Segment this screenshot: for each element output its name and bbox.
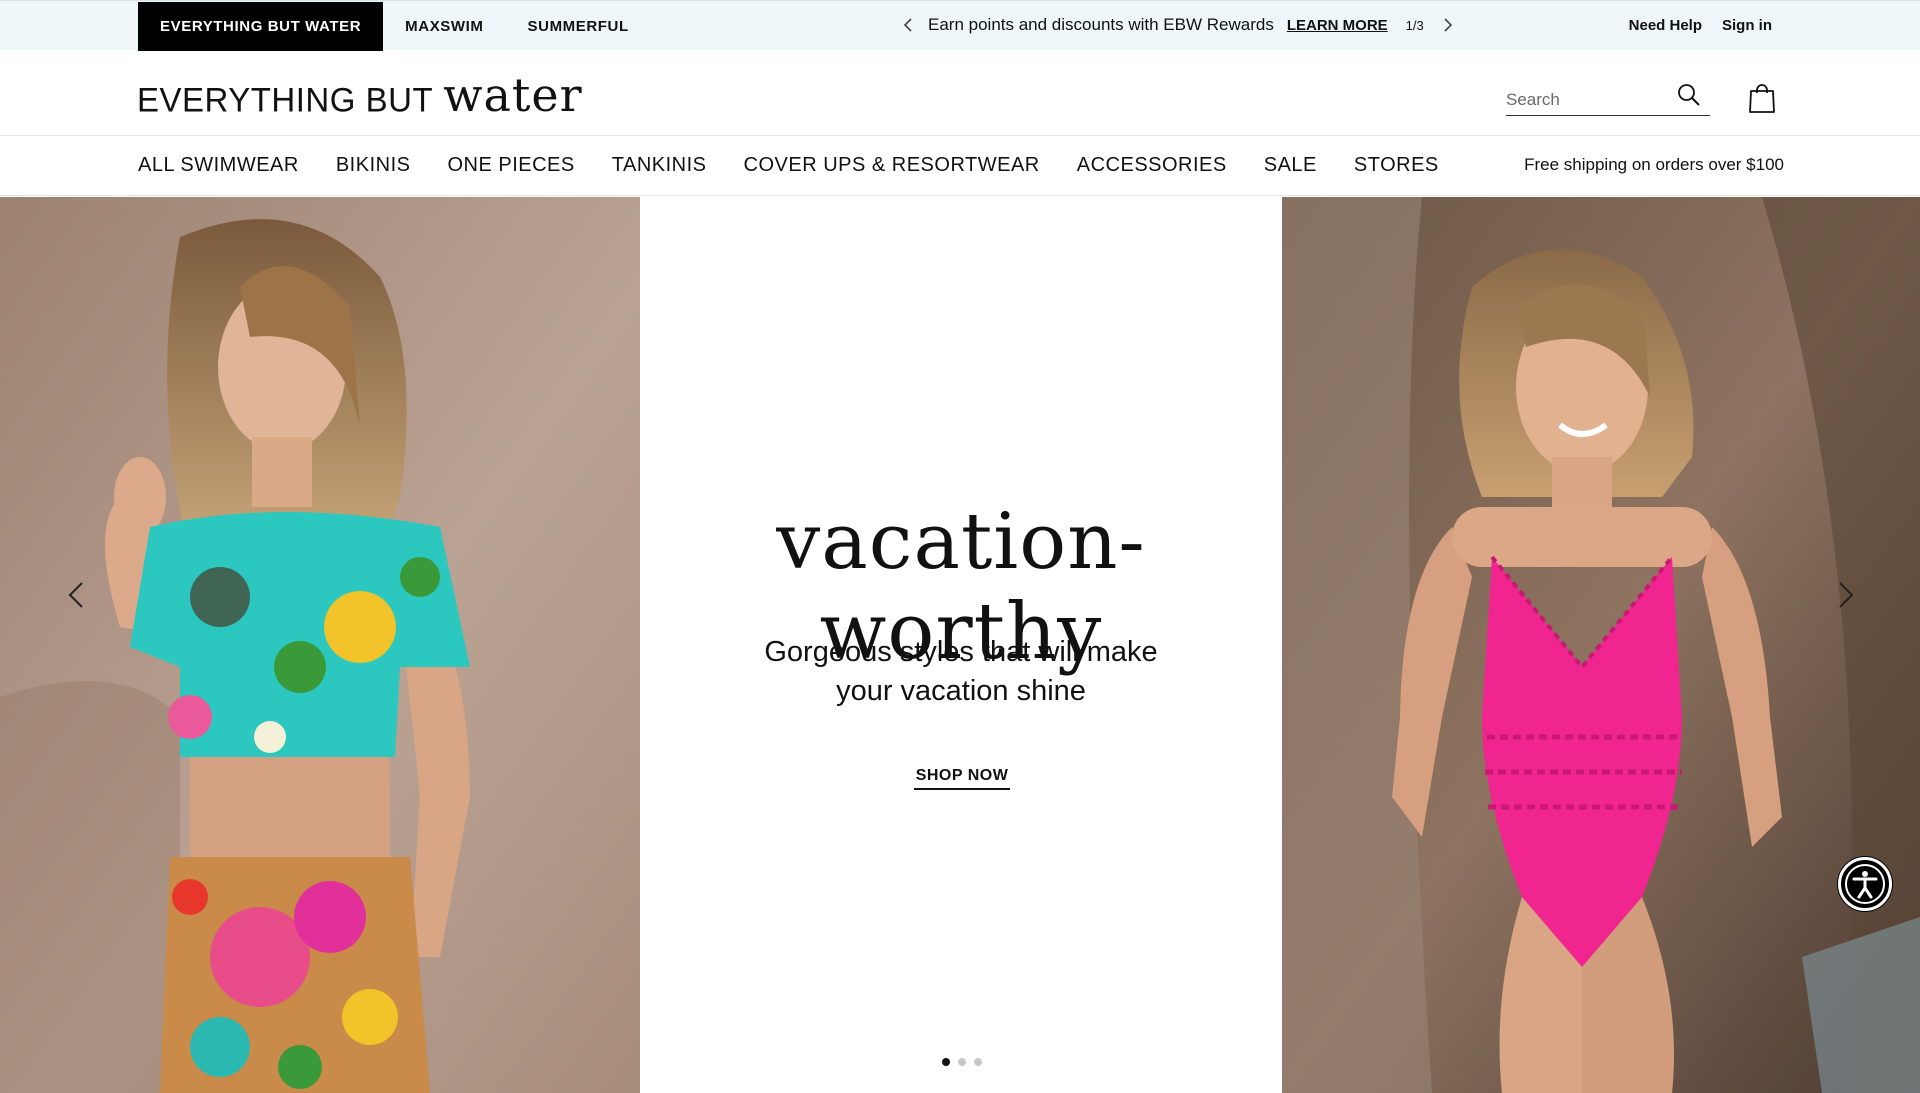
chevron-right-icon[interactable]: [1438, 15, 1458, 35]
chevron-left-icon[interactable]: [898, 15, 918, 35]
hero-carousel: vacation-worthy Gorgeous styles that wil…: [0, 197, 1920, 1093]
site-logo[interactable]: EVERYTHING BUT water: [137, 68, 583, 122]
carousel-dot-3[interactable]: [974, 1058, 982, 1066]
hero-subtitle-line-2: your vacation shine: [836, 675, 1086, 707]
nav-item-accessories[interactable]: ACCESSORIES: [1077, 154, 1227, 177]
hero-subtitle-line-1: Gorgeous styles that will make: [764, 636, 1158, 668]
need-help-link[interactable]: Need Help: [1629, 17, 1702, 34]
utility-bar: EVERYTHING BUT WATER MAXSWIM SUMMERFUL E…: [0, 0, 1920, 51]
hero-prev-chevron-left-icon[interactable]: [62, 575, 92, 615]
hero-content: vacation-worthy Gorgeous styles that wil…: [640, 197, 1282, 1093]
promo-banner: Earn points and discounts with EBW Rewar…: [898, 1, 1458, 49]
hero-image-right[interactable]: [1282, 197, 1920, 1093]
learn-more-link[interactable]: LEARN MORE: [1287, 17, 1388, 34]
shopping-bag-icon[interactable]: [1748, 82, 1776, 114]
promo-counter: 1/3: [1405, 17, 1424, 33]
brand-tabs: EVERYTHING BUT WATER MAXSWIM SUMMERFUL: [138, 2, 651, 51]
logo-text-primary: EVERYTHING BUT: [137, 80, 434, 119]
nav-item-cover-ups-resortwear[interactable]: COVER UPS & RESORTWEAR: [744, 154, 1040, 177]
site-header: EVERYTHING BUT water: [0, 50, 1920, 136]
nav-item-tankinis[interactable]: TANKINIS: [612, 154, 707, 177]
hero-subtitle: Gorgeous styles that will make your vaca…: [640, 633, 1282, 711]
brand-tab-summerful[interactable]: SUMMERFUL: [506, 2, 651, 51]
hero-next-chevron-right-icon[interactable]: [1830, 575, 1860, 615]
search-input[interactable]: [1506, 88, 1666, 112]
nav-item-bikinis[interactable]: BIKINIS: [336, 154, 411, 177]
shop-now-button[interactable]: SHOP NOW: [914, 767, 1010, 790]
accessibility-icon[interactable]: [1838, 857, 1892, 911]
account-links: Need Help Sign in: [1629, 1, 1772, 49]
hero-image-left[interactable]: [0, 197, 640, 1093]
logo-text-water: water: [443, 68, 583, 122]
search-icon[interactable]: [1676, 82, 1702, 108]
brand-tab-everything-but-water[interactable]: EVERYTHING BUT WATER: [138, 2, 384, 51]
free-shipping-note: Free shipping on orders over $100: [1524, 155, 1784, 174]
promo-text: Earn points and discounts with EBW Rewar…: [928, 15, 1274, 34]
carousel-dot-2[interactable]: [958, 1058, 966, 1066]
nav-item-stores[interactable]: STORES: [1354, 154, 1439, 177]
nav-item-sale[interactable]: SALE: [1264, 154, 1317, 177]
search-box: [1506, 80, 1710, 116]
sign-in-link[interactable]: Sign in: [1722, 17, 1772, 34]
brand-tab-maxswim[interactable]: MAXSWIM: [383, 2, 505, 51]
carousel-dot-1[interactable]: [942, 1058, 950, 1066]
main-navigation: ALL SWIMWEAR BIKINIS ONE PIECES TANKINIS…: [0, 136, 1920, 196]
nav-menu: ALL SWIMWEAR BIKINIS ONE PIECES TANKINIS…: [138, 136, 1476, 194]
nav-item-one-pieces[interactable]: ONE PIECES: [447, 154, 574, 177]
nav-item-all-swimwear[interactable]: ALL SWIMWEAR: [138, 154, 299, 177]
carousel-dots: [942, 1058, 982, 1066]
